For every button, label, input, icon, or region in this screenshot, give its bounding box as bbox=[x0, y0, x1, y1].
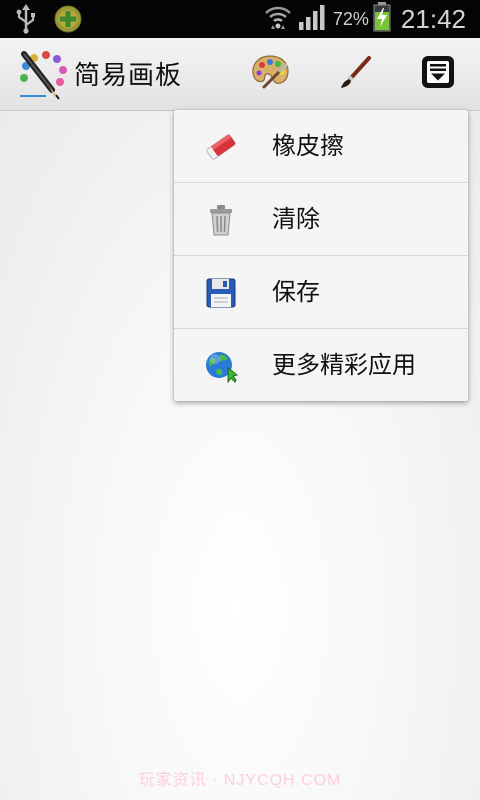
floppy-disk-icon bbox=[204, 276, 238, 310]
wifi-icon bbox=[263, 3, 293, 35]
palette-button[interactable] bbox=[248, 52, 292, 96]
eraser-icon bbox=[204, 130, 238, 164]
menu-item-label: 保存 bbox=[272, 278, 320, 306]
watermark: 玩家资讯 · NJYCQH.COM bbox=[138, 772, 342, 789]
menu-item-clear[interactable]: 清除 bbox=[174, 182, 468, 255]
battery-percent: 72% bbox=[332, 8, 369, 29]
menu-item-label: 清除 bbox=[272, 205, 320, 233]
trash-icon bbox=[204, 203, 238, 237]
usb-icon bbox=[14, 4, 38, 38]
overflow-menu-icon bbox=[420, 54, 456, 94]
status-bar: 72% 21:42 bbox=[0, 0, 480, 38]
status-bar-left bbox=[14, 4, 82, 38]
overflow-menu-button[interactable] bbox=[416, 52, 460, 96]
menu-item-label: 橡皮擦 bbox=[272, 132, 344, 160]
brush-icon bbox=[338, 54, 374, 94]
brush-button[interactable] bbox=[334, 52, 378, 96]
globe-icon bbox=[204, 349, 238, 383]
app-title: 简易画板 bbox=[74, 61, 183, 91]
menu-item-eraser[interactable]: 橡皮擦 bbox=[174, 110, 468, 182]
menu-item-label: 更多精彩应用 bbox=[272, 351, 416, 379]
palette-icon bbox=[250, 53, 290, 95]
signal-icon bbox=[297, 3, 327, 35]
app-logo-icon bbox=[16, 48, 68, 100]
clock: 21:42 bbox=[400, 3, 466, 34]
menu-item-save[interactable]: 保存 bbox=[174, 255, 468, 328]
battery-charging-icon bbox=[373, 2, 391, 36]
status-bar-right: 72% 21:42 bbox=[263, 0, 466, 38]
menu-item-more-apps[interactable]: 更多精彩应用 bbox=[174, 328, 468, 401]
action-bar: 简易画板 bbox=[0, 38, 480, 111]
overflow-dropdown-menu: 橡皮擦 清除 保存 更多精彩应用 bbox=[174, 110, 468, 401]
app-notification-icon bbox=[54, 5, 82, 37]
